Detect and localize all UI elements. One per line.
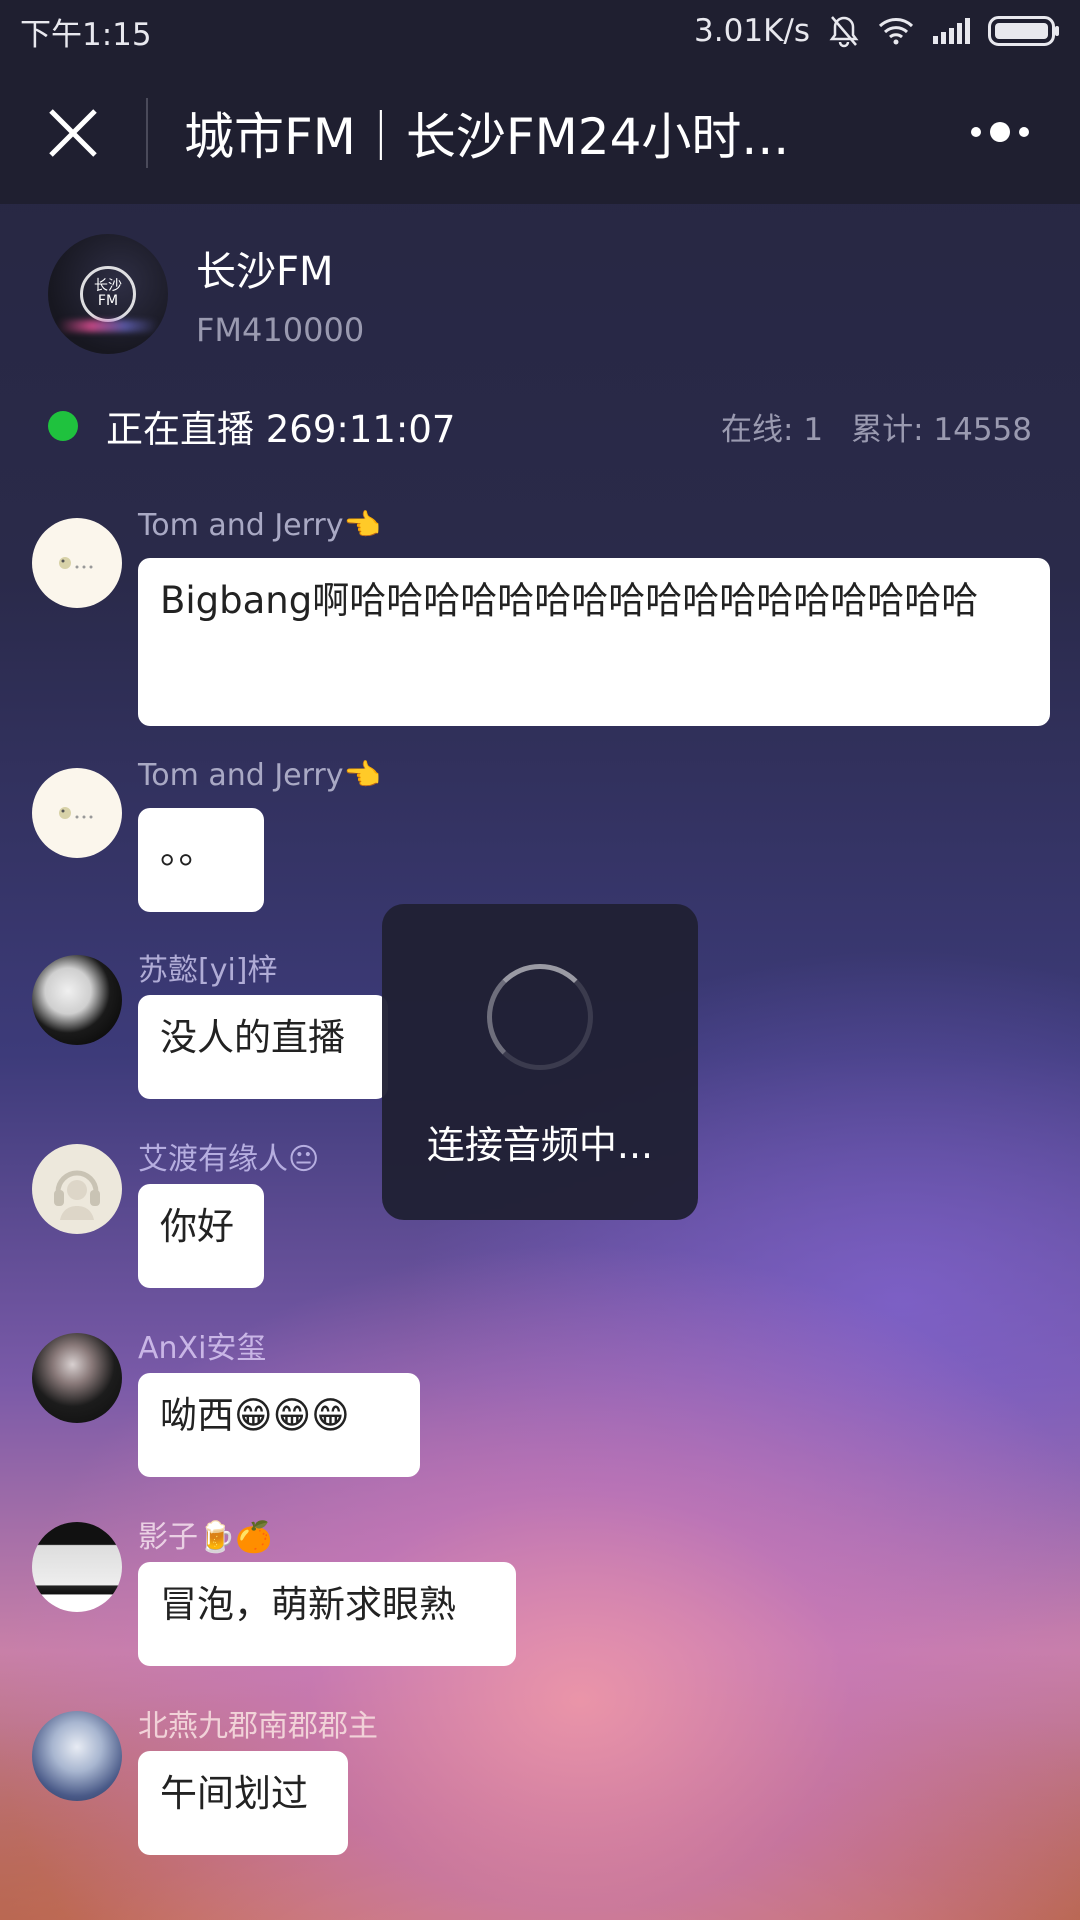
message-bubble[interactable]: 午间划过: [138, 1751, 348, 1855]
message-bubble[interactable]: 你好: [138, 1184, 264, 1288]
avatar[interactable]: [32, 1711, 122, 1801]
status-indicators: 3.01K/s: [694, 13, 1060, 49]
total-count: 累计: 14558: [851, 411, 1032, 448]
avatar-headphones-icon: [54, 1170, 100, 1220]
message-bubble[interactable]: 没人的直播: [138, 995, 388, 1099]
station-header[interactable]: 长沙 FM 长沙FM FM410000: [48, 234, 364, 354]
message-bubble[interactable]: Bigbang啊哈哈哈哈哈哈哈哈哈哈哈哈哈哈哈哈哈: [138, 558, 1050, 726]
avatar[interactable]: [32, 768, 122, 858]
page-title: 城市FM｜长沙FM24小时...: [184, 108, 790, 166]
avatar[interactable]: [32, 1333, 122, 1423]
close-icon: [49, 109, 97, 157]
avatar[interactable]: [32, 955, 122, 1045]
live-status: 正在直播 269:11:07: [106, 408, 456, 451]
net-speed: 3.01K/s: [694, 13, 810, 49]
live-indicator-dot: [48, 411, 78, 441]
live-status-row: 正在直播 269:11:07 在线: 1 累计: 14558: [48, 398, 1032, 454]
sender-name: 影子🍺🍊: [138, 1520, 273, 1555]
sender-name: 苏懿[yi]梓: [138, 953, 278, 988]
loading-text: 连接音频中...: [426, 1123, 654, 1167]
avatar[interactable]: [32, 518, 122, 608]
bell-off-icon: [828, 14, 860, 48]
sender-name: AnXi安玺: [138, 1331, 267, 1366]
sender-name: Tom and Jerry👈: [138, 508, 381, 543]
message-bubble[interactable]: 。。: [138, 808, 264, 912]
avatar[interactable]: [32, 1522, 122, 1612]
status-bar: 下午1:15 3.01K/s: [0, 0, 1080, 62]
avatar[interactable]: [32, 1144, 122, 1234]
avatar-bird-icon: [59, 557, 93, 569]
message-bubble[interactable]: 冒泡，萌新求眼熟: [138, 1562, 516, 1666]
loading-spinner-icon: [487, 964, 593, 1070]
more-button[interactable]: [970, 102, 1040, 162]
live-stats: 在线: 1 累计: 14558: [721, 404, 1032, 449]
nav-divider: [146, 98, 148, 168]
sender-name: 艾渡有缘人😐: [138, 1142, 320, 1177]
logo-emblem: 长沙 FM: [80, 266, 136, 322]
close-button[interactable]: [0, 62, 146, 204]
station-id: FM410000: [196, 311, 365, 349]
message-bubble[interactable]: 呦西😁😁😁: [138, 1373, 420, 1477]
wifi-icon: [878, 17, 914, 45]
battery-icon: [988, 16, 1060, 46]
status-time: 下午1:15: [20, 16, 152, 53]
station-logo: 长沙 FM: [48, 234, 168, 354]
sender-name: Tom and Jerry👈: [138, 758, 381, 793]
more-icon: [971, 122, 1029, 142]
avatar-bird-icon: [59, 807, 93, 819]
nav-bar: 城市FM｜长沙FM24小时...: [0, 62, 1080, 204]
station-name: 长沙FM: [196, 249, 334, 295]
signal-icon: [932, 18, 970, 44]
loading-toast: 连接音频中...: [382, 904, 698, 1220]
sender-name: 北燕九郡南郡郡主: [138, 1709, 378, 1744]
online-count: 在线: 1: [721, 411, 824, 448]
